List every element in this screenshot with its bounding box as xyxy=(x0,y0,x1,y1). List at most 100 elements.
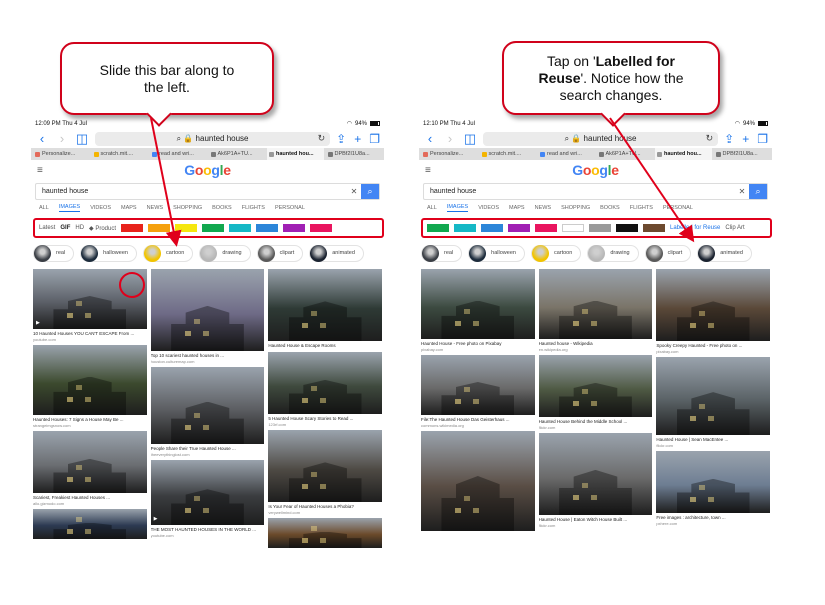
browser-tab[interactable]: scratch.mit.... xyxy=(92,151,149,157)
image-result[interactable]: Free images : architecture, town ... pxhe… xyxy=(656,451,770,526)
tabs-icon[interactable]: ❐ xyxy=(369,132,380,146)
browser-tab[interactable]: DPBf2I1U8a... xyxy=(326,151,383,157)
plus-icon[interactable]: + xyxy=(354,132,361,146)
result-thumbnail[interactable] xyxy=(33,509,147,539)
forward-arrow-icon[interactable]: › xyxy=(55,131,69,146)
result-thumbnail[interactable] xyxy=(150,367,265,444)
tab-maps[interactable]: MAPS xyxy=(121,205,137,211)
tab-personal[interactable]: PERSONAL xyxy=(275,205,305,211)
browser-tab[interactable]: Personalize... xyxy=(33,151,90,157)
back-arrow-icon[interactable]: ‹ xyxy=(35,131,49,146)
filter-latest[interactable]: Latest xyxy=(39,225,55,231)
close-icon[interactable]: ✕ xyxy=(735,184,749,199)
address-bar[interactable]: ⌕ 🔒 haunted house ↻ xyxy=(95,131,331,146)
tab-all[interactable]: ALL xyxy=(427,205,437,211)
filter-labelled-for-reuse[interactable]: Labelled for Reuse xyxy=(670,225,720,231)
tab-news[interactable]: NEWS xyxy=(147,205,164,211)
browser-tab[interactable]: Ak6P1A+TU... xyxy=(597,151,654,157)
image-result[interactable]: Haunted House - Free photo on Pixabay pix… xyxy=(421,269,535,352)
browser-tab[interactable]: read and wri... xyxy=(538,151,595,157)
result-thumbnail[interactable] xyxy=(656,451,770,513)
image-result[interactable]: Top 10 scariest haunted houses in ... hou… xyxy=(150,269,265,364)
result-thumbnail[interactable] xyxy=(268,518,382,548)
tab-flights[interactable]: FLIGHTS xyxy=(242,205,265,211)
color-filter-swatch[interactable] xyxy=(535,224,557,232)
color-filter-swatch[interactable] xyxy=(202,224,224,232)
filter-clip-art[interactable]: Clip Art xyxy=(725,225,744,231)
result-thumbnail[interactable] xyxy=(33,431,147,493)
image-result[interactable] xyxy=(33,509,147,539)
filter-product[interactable]: ◆ Product xyxy=(89,225,116,232)
search-button[interactable]: ⌕ xyxy=(361,184,379,199)
tab-books[interactable]: BOOKS xyxy=(600,205,620,211)
image-result[interactable]: ▶ 10 Haunted Houses YOU CAN'T ESCAPE From… xyxy=(33,269,147,342)
result-thumbnail[interactable]: ▶ xyxy=(150,460,265,525)
image-result[interactable]: Scariest, Freakiest Haunted Houses ... al… xyxy=(33,431,147,506)
color-filter-swatch[interactable] xyxy=(175,224,197,232)
result-thumbnail[interactable]: ▶ xyxy=(33,269,147,329)
suggestion-chip[interactable]: clipart xyxy=(644,244,692,262)
share-icon[interactable]: ⇪ xyxy=(336,132,346,146)
reload-icon[interactable]: ↻ xyxy=(706,133,714,144)
book-icon[interactable]: ◫ xyxy=(75,131,89,147)
tab-books[interactable]: BOOKS xyxy=(212,205,232,211)
result-thumbnail[interactable] xyxy=(268,352,382,414)
result-thumbnail[interactable] xyxy=(656,269,770,341)
tab-personal[interactable]: PERSONAL xyxy=(663,205,693,211)
suggestion-chip[interactable]: drawing xyxy=(587,244,639,262)
color-filter-swatch[interactable] xyxy=(643,224,665,232)
browser-tab[interactable]: haunted hou... xyxy=(655,148,712,160)
image-result[interactable]: Haunted House & Escape Rooms xyxy=(268,269,382,349)
filter-bar[interactable]: Latest GIF HD ◆ Product xyxy=(33,218,384,238)
color-filter-swatch[interactable] xyxy=(229,224,251,232)
suggestion-chip[interactable]: cartoon xyxy=(142,244,194,262)
reload-icon[interactable]: ↻ xyxy=(318,133,326,144)
image-result[interactable]: 5 Haunted House Scary Stories to Read ..… xyxy=(268,352,382,427)
suggestion-chip[interactable]: drawing xyxy=(199,244,251,262)
result-thumbnail[interactable] xyxy=(421,355,535,415)
image-result[interactable]: Haunted House | Eaton Witch House Built … xyxy=(538,433,653,528)
result-thumbnail[interactable] xyxy=(538,269,653,339)
result-thumbnail[interactable] xyxy=(421,431,535,531)
color-filter-swatch[interactable] xyxy=(256,224,278,232)
tabs-icon[interactable]: ❐ xyxy=(757,132,768,146)
result-title[interactable]: Haunted House & Escape Rooms xyxy=(268,343,382,349)
color-filter-swatch[interactable] xyxy=(616,224,638,232)
plus-icon[interactable]: + xyxy=(742,132,749,146)
result-thumbnail[interactable] xyxy=(538,355,653,417)
tab-videos[interactable]: VIDEOS xyxy=(90,205,111,211)
image-result[interactable] xyxy=(421,431,535,531)
tab-flights[interactable]: FLIGHTS xyxy=(630,205,653,211)
result-thumbnail[interactable] xyxy=(268,269,382,341)
color-filter-swatch[interactable] xyxy=(121,224,143,232)
result-thumbnail[interactable] xyxy=(33,345,147,415)
browser-tab[interactable]: read and wri... xyxy=(150,151,207,157)
result-thumbnail[interactable] xyxy=(538,433,653,515)
suggestion-chip[interactable]: real xyxy=(33,244,75,262)
browser-tab[interactable]: haunted hou... xyxy=(267,148,324,160)
image-result[interactable]: ▶ THE MOST HAUNTED HOUSES IN THE WORLD ..… xyxy=(150,460,265,538)
image-result[interactable]: Haunted House | Sean MacEntee ... flickr.… xyxy=(656,357,770,448)
tab-shopping[interactable]: SHOPPING xyxy=(173,205,202,211)
search-button[interactable]: ⌕ xyxy=(749,184,767,199)
image-result[interactable]: Is Your Fear of Haunted Houses a Phobia?… xyxy=(268,430,382,515)
search-input[interactable]: haunted house xyxy=(36,184,347,199)
tab-all[interactable]: ALL xyxy=(39,205,49,211)
result-thumbnail[interactable] xyxy=(421,269,535,339)
back-arrow-icon[interactable]: ‹ xyxy=(423,131,437,146)
suggestion-chip[interactable]: animated xyxy=(697,244,752,262)
image-result[interactable]: Haunted House Behind the Middle School .… xyxy=(538,355,653,430)
color-filter-swatch[interactable] xyxy=(283,224,305,232)
address-bar[interactable]: ⌕ 🔒 haunted house ↻ xyxy=(483,131,719,146)
forward-arrow-icon[interactable]: › xyxy=(443,131,457,146)
image-result[interactable] xyxy=(268,518,382,548)
tab-videos[interactable]: VIDEOS xyxy=(478,205,499,211)
browser-tab[interactable]: scratch.mit.... xyxy=(480,151,537,157)
color-filter-swatch[interactable] xyxy=(481,224,503,232)
google-logo[interactable]: Google xyxy=(572,162,619,178)
tab-shopping[interactable]: SHOPPING xyxy=(561,205,590,211)
browser-tab[interactable]: DPBf2I1U8a... xyxy=(714,151,771,157)
filter-bar[interactable]: Labelled for Reuse Clip Art xyxy=(421,218,772,238)
result-thumbnail[interactable] xyxy=(656,357,770,435)
hamburger-icon[interactable]: ≡ xyxy=(425,165,431,176)
